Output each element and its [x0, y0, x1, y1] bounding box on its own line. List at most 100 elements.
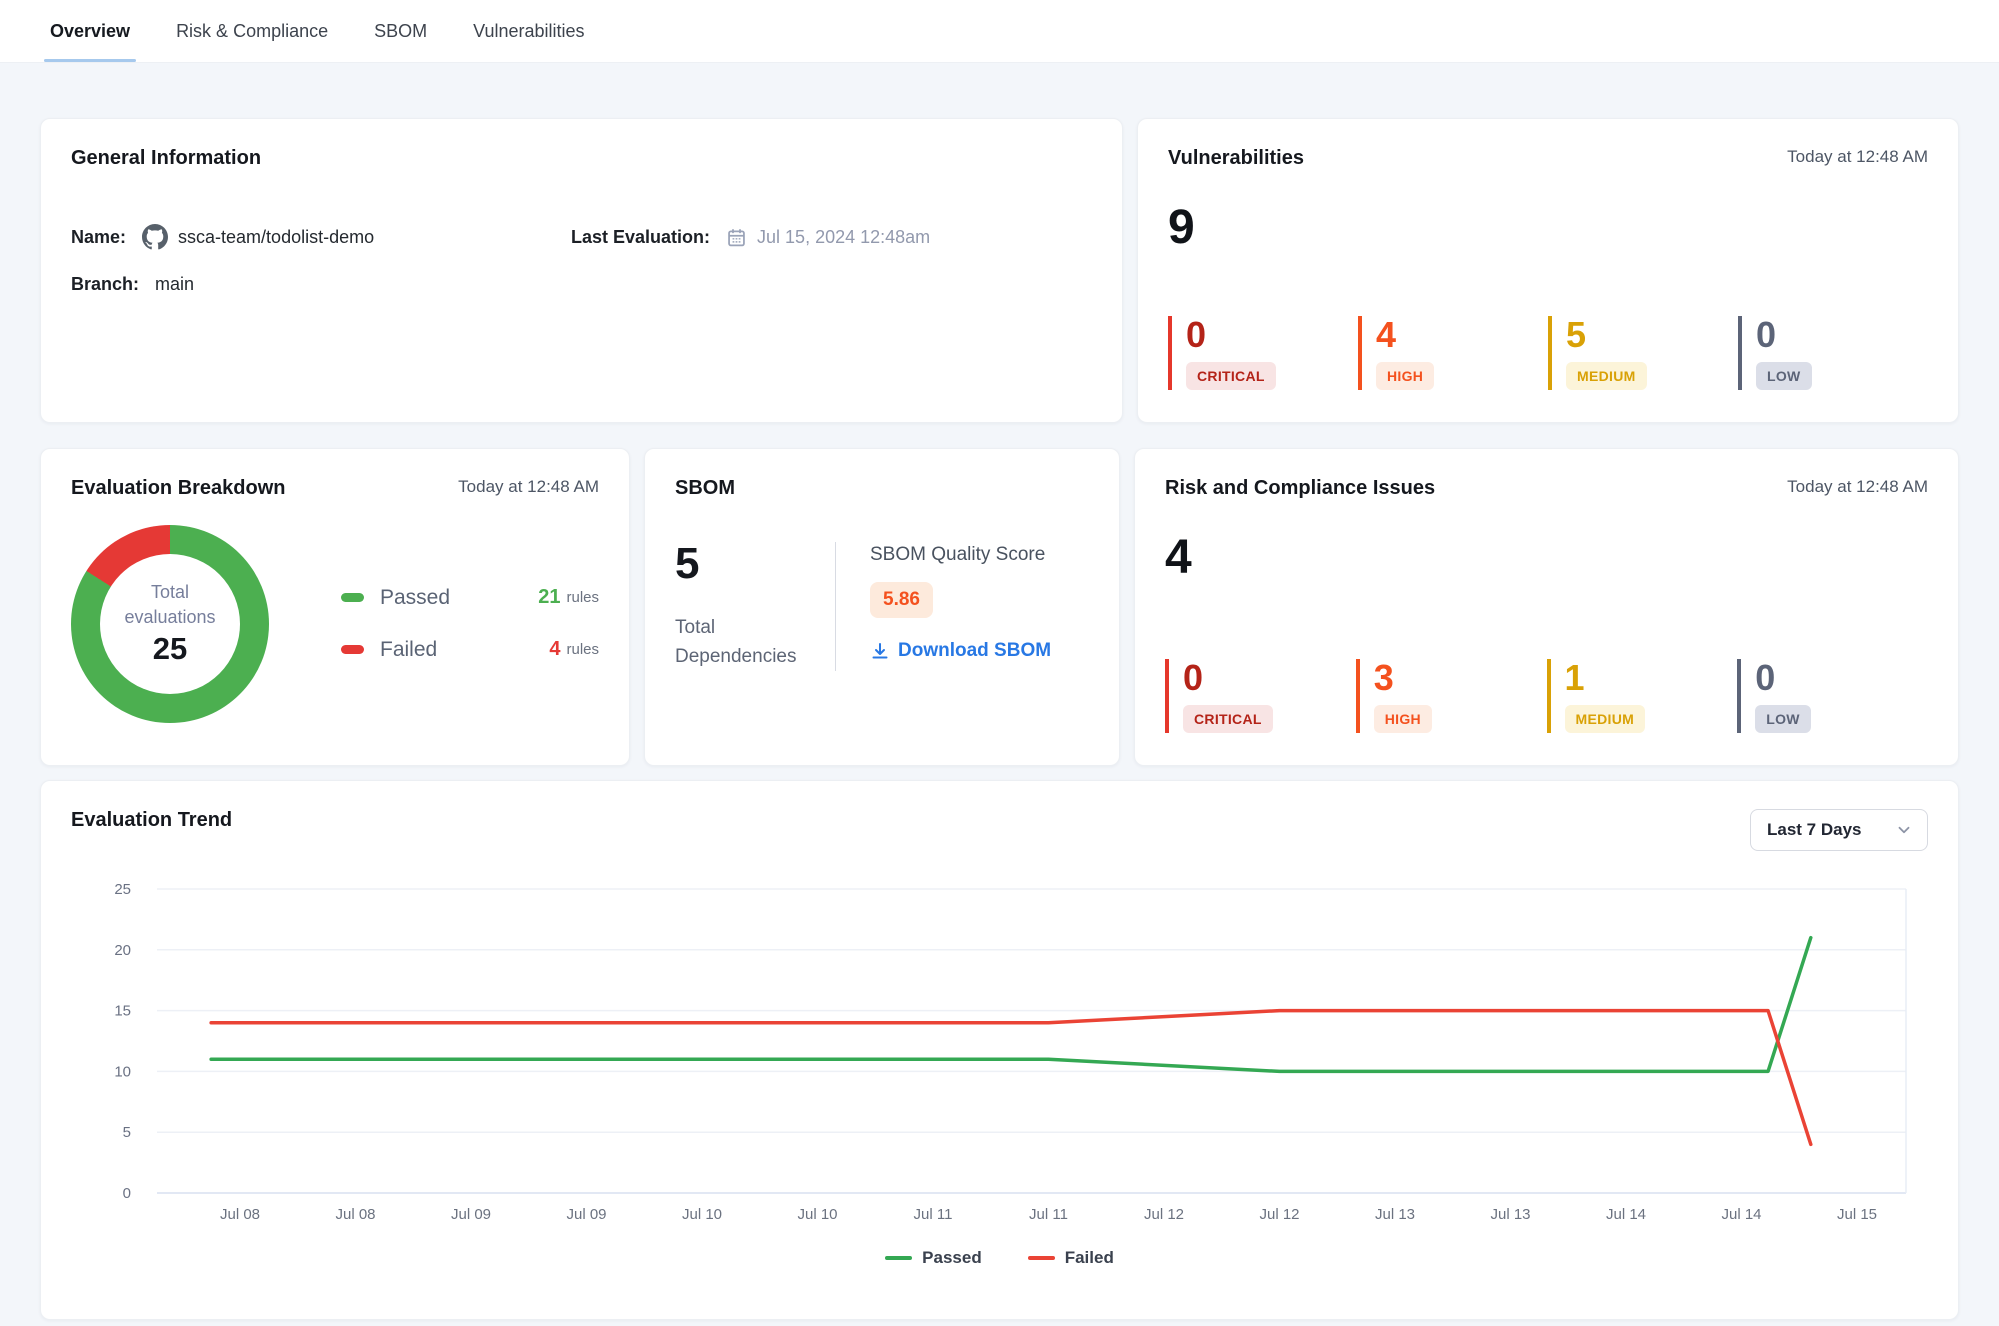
severity-count: 0 [1183, 659, 1356, 697]
severity-badge: HIGH [1376, 362, 1434, 390]
vulnerabilities-severity-row: 0 CRITICAL 4 HIGH 5 MEDIUM 0 LOW [1168, 316, 1928, 394]
risk-compliance-total: 4 [1165, 534, 1928, 582]
last-evaluation-row: Last Evaluation: Jul 15, 2024 12:48am [571, 224, 1092, 250]
passed-line-swatch [885, 1256, 912, 1260]
download-icon [870, 641, 890, 661]
sbom-quality-score-badge: 5.86 [870, 582, 933, 618]
branch-row: Branch: main [71, 274, 571, 295]
evaluation-breakdown-timestamp: Today at 12:48 AM [458, 477, 599, 497]
svg-text:Jul 13: Jul 13 [1375, 1206, 1415, 1223]
tab-bar: Overview Risk & Compliance SBOM Vulnerab… [0, 0, 1999, 63]
donut-total-value: 25 [153, 631, 187, 667]
last-evaluation-label: Last Evaluation: [571, 227, 710, 248]
evaluation-trend-chart: 0 5 10 15 20 25 Jul 08 Jul 08 Jul 09 Jul 09 Jul 10… [71, 867, 1914, 1235]
last-evaluation-value: Jul 15, 2024 12:48am [757, 227, 930, 248]
sbom-card: SBOM 5 Total Dependencies SBOM Quality S… [644, 448, 1120, 766]
tab-risk-compliance[interactable]: Risk & Compliance [174, 0, 330, 62]
severity-count: 5 [1566, 316, 1738, 354]
calendar-icon [726, 227, 747, 248]
svg-text:Jul 12: Jul 12 [1259, 1206, 1299, 1223]
github-icon [142, 224, 168, 250]
severity-item: 0 LOW [1737, 659, 1928, 733]
branch-value: main [155, 274, 194, 295]
trend-legend-failed: Failed [1028, 1248, 1114, 1268]
date-range-select[interactable]: Last 7 Days [1750, 809, 1928, 851]
tab-sbom[interactable]: SBOM [372, 0, 429, 62]
evaluation-trend-card: Evaluation Trend Last 7 Days 0 5 10 15 20 25 J… [40, 780, 1959, 1320]
severity-badge: CRITICAL [1183, 705, 1273, 733]
severity-item: 1 MEDIUM [1547, 659, 1738, 733]
failed-swatch [341, 645, 364, 654]
vulnerabilities-card: Vulnerabilities Today at 12:48 AM 9 0 CR… [1137, 118, 1959, 423]
evaluation-breakdown-card: Evaluation Breakdown Today at 12:48 AM T… [40, 448, 630, 766]
svg-text:Jul 13: Jul 13 [1490, 1206, 1530, 1223]
vertical-divider [835, 542, 836, 671]
risk-compliance-title: Risk and Compliance Issues [1165, 477, 1435, 500]
severity-badge: MEDIUM [1565, 705, 1646, 733]
risk-compliance-timestamp: Today at 12:48 AM [1787, 477, 1928, 497]
severity-item: 3 HIGH [1356, 659, 1547, 733]
failed-line-swatch [1028, 1256, 1055, 1260]
repo-name-row: Name: ssca-team/todolist-demo [71, 224, 571, 250]
severity-count: 0 [1755, 659, 1928, 697]
svg-text:Jul 12: Jul 12 [1144, 1206, 1184, 1223]
tab-vulnerabilities[interactable]: Vulnerabilities [471, 0, 586, 62]
svg-text:Jul 11: Jul 11 [914, 1206, 953, 1223]
legend-row-passed: Passed 21 rules [341, 586, 599, 610]
vulnerabilities-total: 9 [1168, 204, 1928, 252]
vulnerabilities-title: Vulnerabilities [1168, 147, 1304, 170]
total-dependencies-count: 5 [675, 542, 825, 586]
svg-text:Jul 09: Jul 09 [566, 1206, 606, 1223]
risk-severity-row: 0 CRITICAL 3 HIGH 1 MEDIUM 0 LOW [1165, 659, 1928, 737]
name-label: Name: [71, 227, 126, 248]
svg-text:Jul 08: Jul 08 [220, 1206, 260, 1223]
evaluations-donut-chart: Total evaluations 25 [71, 525, 269, 723]
severity-badge: HIGH [1374, 705, 1432, 733]
severity-item: 0 CRITICAL [1165, 659, 1356, 733]
svg-text:Jul 14: Jul 14 [1606, 1206, 1646, 1223]
evaluation-trend-title: Evaluation Trend [71, 809, 232, 832]
svg-text:0: 0 [123, 1185, 131, 1202]
risk-compliance-card: Risk and Compliance Issues Today at 12:4… [1134, 448, 1959, 766]
general-information-card: General Information Name: ssca-team/todo… [40, 118, 1123, 423]
dashboard-content: General Information Name: ssca-team/todo… [0, 63, 1999, 1320]
general-information-title: General Information [71, 147, 261, 170]
severity-count: 0 [1186, 316, 1358, 354]
severity-item: 0 LOW [1738, 316, 1928, 390]
svg-text:Jul 14: Jul 14 [1721, 1206, 1761, 1223]
download-sbom-link[interactable]: Download SBOM [870, 640, 1051, 662]
svg-text:Jul 10: Jul 10 [797, 1206, 837, 1223]
severity-badge: MEDIUM [1566, 362, 1647, 390]
severity-count: 3 [1374, 659, 1547, 697]
severity-count: 4 [1376, 316, 1548, 354]
trend-legend-passed: Passed [885, 1248, 982, 1268]
legend-row-failed: Failed 4 rules [341, 638, 599, 662]
svg-text:Jul 10: Jul 10 [682, 1206, 722, 1223]
trend-legend: Passed Failed [71, 1248, 1928, 1268]
severity-badge: CRITICAL [1186, 362, 1276, 390]
severity-item: 0 CRITICAL [1168, 316, 1358, 390]
passed-swatch [341, 593, 364, 602]
svg-text:Jul 08: Jul 08 [335, 1206, 375, 1223]
evaluation-breakdown-title: Evaluation Breakdown [71, 477, 286, 500]
svg-text:10: 10 [114, 1063, 131, 1080]
svg-text:Jul 09: Jul 09 [451, 1206, 491, 1223]
svg-text:15: 15 [114, 1003, 131, 1020]
svg-text:5: 5 [123, 1124, 131, 1141]
svg-text:20: 20 [114, 942, 131, 959]
svg-text:Jul 15: Jul 15 [1837, 1206, 1877, 1223]
severity-badge: LOW [1756, 362, 1812, 390]
chevron-down-icon [1895, 821, 1913, 839]
evaluation-breakdown-legend: Passed 21 rules Failed 4 rules [341, 586, 599, 662]
severity-item: 5 MEDIUM [1548, 316, 1738, 390]
total-dependencies-label: Total Dependencies [675, 614, 825, 671]
repo-name-value: ssca-team/todolist-demo [178, 227, 374, 248]
branch-label: Branch: [71, 274, 139, 295]
svg-text:Jul 11: Jul 11 [1029, 1206, 1068, 1223]
vulnerabilities-timestamp: Today at 12:48 AM [1787, 147, 1928, 167]
severity-item: 4 HIGH [1358, 316, 1548, 390]
tab-overview[interactable]: Overview [48, 0, 132, 62]
severity-badge: LOW [1755, 705, 1811, 733]
sbom-title: SBOM [675, 477, 735, 500]
svg-text:25: 25 [114, 881, 131, 898]
